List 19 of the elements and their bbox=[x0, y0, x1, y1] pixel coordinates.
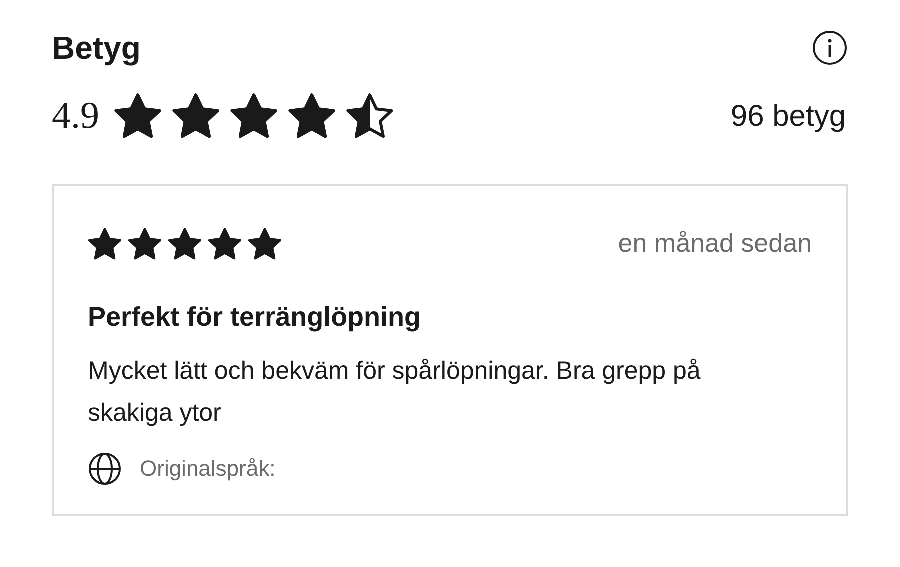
star-icon bbox=[248, 226, 282, 260]
star-icon bbox=[172, 92, 220, 140]
star-icon bbox=[168, 226, 202, 260]
rating-score: 4.9 bbox=[52, 97, 100, 135]
review-headline: Perfekt för terränglöpning bbox=[88, 301, 422, 334]
globe-icon bbox=[88, 452, 122, 486]
review-text: Mycket lätt och bekväm för spårlöpningar. Bra grepp på skakiga ytor bbox=[88, 356, 702, 428]
star-icon bbox=[230, 92, 278, 140]
section-title: Betyg bbox=[52, 29, 141, 68]
info-icon[interactable] bbox=[812, 30, 848, 66]
star-icon bbox=[128, 226, 162, 260]
star-icon bbox=[346, 92, 394, 140]
star-icon bbox=[88, 226, 122, 260]
star-icon bbox=[208, 226, 242, 260]
rating-count: 96 betyg bbox=[730, 98, 846, 134]
original-language-label: Originalspråk: bbox=[140, 455, 276, 483]
star-icon bbox=[114, 92, 162, 140]
review-date: en månad sedan bbox=[618, 227, 812, 260]
star-icon bbox=[288, 92, 336, 140]
